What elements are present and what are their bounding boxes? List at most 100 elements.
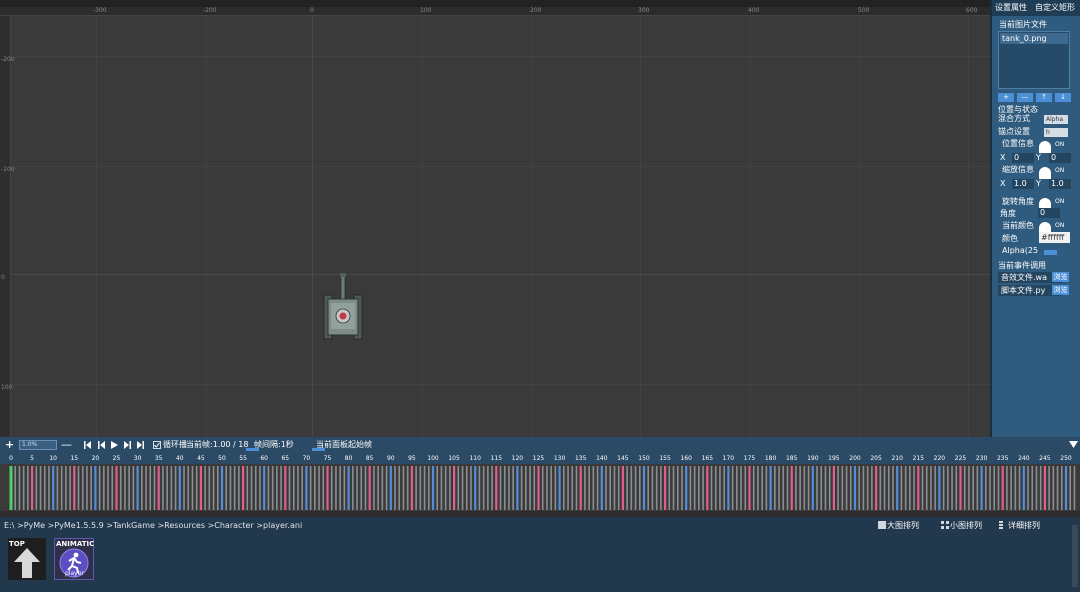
file-list-item[interactable]: tank_0.png bbox=[1000, 33, 1068, 44]
frame-cell[interactable] bbox=[212, 466, 215, 510]
frame-cell[interactable] bbox=[280, 466, 282, 510]
move-down-button[interactable]: ↓ bbox=[1055, 93, 1071, 102]
frame-cell[interactable] bbox=[56, 466, 59, 510]
frame-cell[interactable] bbox=[352, 466, 354, 510]
frame-cell[interactable] bbox=[647, 466, 650, 510]
frame-cell[interactable] bbox=[491, 466, 493, 510]
frame-cell[interactable] bbox=[39, 466, 42, 510]
frame-cell[interactable] bbox=[508, 466, 510, 510]
frame-cell[interactable] bbox=[204, 466, 206, 510]
frame-cell[interactable] bbox=[930, 466, 932, 510]
frame-cell[interactable] bbox=[571, 466, 574, 510]
frame-cell[interactable] bbox=[225, 466, 228, 510]
frame-cell[interactable] bbox=[478, 466, 481, 510]
frame-cell[interactable] bbox=[596, 466, 599, 510]
frame-cell[interactable] bbox=[757, 466, 759, 510]
frame-cell[interactable] bbox=[651, 466, 654, 510]
frame-cell[interactable] bbox=[921, 466, 924, 510]
frame-cell[interactable] bbox=[883, 466, 886, 510]
frame-cell[interactable] bbox=[415, 466, 417, 510]
browse-script-button[interactable]: 浏览 bbox=[1052, 285, 1069, 295]
top-folder-item[interactable]: TOP bbox=[8, 538, 46, 580]
frame-cell[interactable] bbox=[482, 466, 485, 510]
frame-cell[interactable] bbox=[373, 466, 375, 510]
frame-cell[interactable] bbox=[1027, 466, 1029, 510]
color-input[interactable]: #ffffff bbox=[1039, 232, 1070, 243]
frame-cell[interactable] bbox=[972, 466, 974, 510]
frame-cell[interactable] bbox=[111, 466, 114, 510]
frame-cell[interactable] bbox=[630, 466, 633, 510]
frame-cell[interactable] bbox=[132, 466, 135, 510]
frame-cell[interactable] bbox=[660, 466, 662, 510]
frame-cell[interactable] bbox=[837, 466, 839, 510]
frame-cell[interactable] bbox=[976, 466, 979, 510]
add-icon[interactable]: + bbox=[5, 438, 14, 452]
frame-cell[interactable] bbox=[719, 466, 721, 510]
frame-cell[interactable] bbox=[537, 466, 540, 510]
view-detail-button[interactable]: 详细排列 bbox=[1008, 520, 1040, 531]
frame-cell[interactable] bbox=[229, 466, 232, 510]
frame-cell[interactable] bbox=[398, 466, 401, 510]
browse-sound-button[interactable]: 浏览 bbox=[1052, 272, 1069, 282]
frame-cell[interactable] bbox=[178, 466, 181, 510]
frame-cell[interactable] bbox=[381, 466, 384, 510]
pos-x-input[interactable]: 0 bbox=[1012, 153, 1034, 163]
frame-cell[interactable] bbox=[617, 466, 620, 510]
frame-cell[interactable] bbox=[153, 466, 156, 510]
frame-cell[interactable] bbox=[267, 466, 270, 510]
frame-cell[interactable] bbox=[858, 466, 861, 510]
frame-cell[interactable] bbox=[955, 466, 958, 510]
frame-cell[interactable] bbox=[440, 466, 443, 510]
frame-cell[interactable] bbox=[499, 466, 502, 510]
angle-input[interactable]: 0 bbox=[1038, 208, 1060, 218]
frame-cell[interactable] bbox=[900, 466, 903, 510]
frame-cell[interactable] bbox=[220, 466, 224, 510]
frame-cell[interactable] bbox=[35, 466, 38, 510]
frame-cell[interactable] bbox=[322, 466, 325, 510]
frame-cell[interactable] bbox=[86, 466, 88, 510]
pos-y-input[interactable]: 0 bbox=[1049, 153, 1071, 163]
frame-cell[interactable] bbox=[925, 466, 928, 510]
frame-cell[interactable] bbox=[107, 466, 109, 510]
frame-cell[interactable] bbox=[862, 466, 865, 510]
frame-cell[interactable] bbox=[875, 466, 878, 510]
frame-cell[interactable] bbox=[765, 466, 768, 510]
frame-cell[interactable] bbox=[731, 466, 734, 510]
frame-cell[interactable] bbox=[14, 466, 17, 510]
frame-cell[interactable] bbox=[233, 466, 236, 510]
frame-cell[interactable] bbox=[563, 466, 565, 510]
frame-cell[interactable] bbox=[1069, 466, 1072, 510]
frame-cell[interactable] bbox=[567, 466, 569, 510]
frame-cell[interactable] bbox=[778, 466, 780, 510]
frame-interval-slider[interactable] bbox=[246, 448, 259, 451]
frame-cell[interactable] bbox=[263, 466, 266, 510]
move-up-button[interactable]: ↑ bbox=[1036, 93, 1052, 102]
frame-cell[interactable] bbox=[1001, 466, 1004, 510]
frame-cell[interactable] bbox=[309, 466, 312, 510]
frame-cell[interactable] bbox=[638, 466, 641, 510]
frame-cell[interactable] bbox=[292, 466, 295, 510]
frame-cell[interactable] bbox=[495, 466, 498, 510]
add-file-button[interactable]: + bbox=[998, 93, 1014, 102]
frame-cell[interactable] bbox=[22, 466, 25, 510]
rotation-toggle[interactable] bbox=[1039, 198, 1051, 210]
frame-cell[interactable] bbox=[541, 466, 544, 510]
tab-custom-rect[interactable]: 自定义矩形 bbox=[1035, 2, 1075, 13]
frame-cell[interactable] bbox=[1073, 466, 1076, 510]
frame-cell[interactable] bbox=[81, 466, 84, 510]
frame-cell[interactable] bbox=[238, 466, 240, 510]
frame-cell[interactable] bbox=[1010, 466, 1012, 510]
frame-cell[interactable] bbox=[465, 466, 468, 510]
anchor-dropdown[interactable]: h bbox=[1044, 128, 1068, 137]
frame-cell[interactable] bbox=[748, 466, 751, 510]
frame-cell[interactable] bbox=[199, 466, 202, 510]
frame-cell[interactable] bbox=[461, 466, 464, 510]
frame-cell[interactable] bbox=[423, 466, 426, 510]
frame-cell[interactable] bbox=[740, 466, 742, 510]
frame-cell[interactable] bbox=[1006, 466, 1008, 510]
frame-cell[interactable] bbox=[993, 466, 996, 510]
frame-cell[interactable] bbox=[693, 466, 696, 510]
frame-cell[interactable] bbox=[98, 466, 101, 510]
frame-cell[interactable] bbox=[284, 466, 287, 510]
frame-cell[interactable] bbox=[832, 466, 835, 510]
